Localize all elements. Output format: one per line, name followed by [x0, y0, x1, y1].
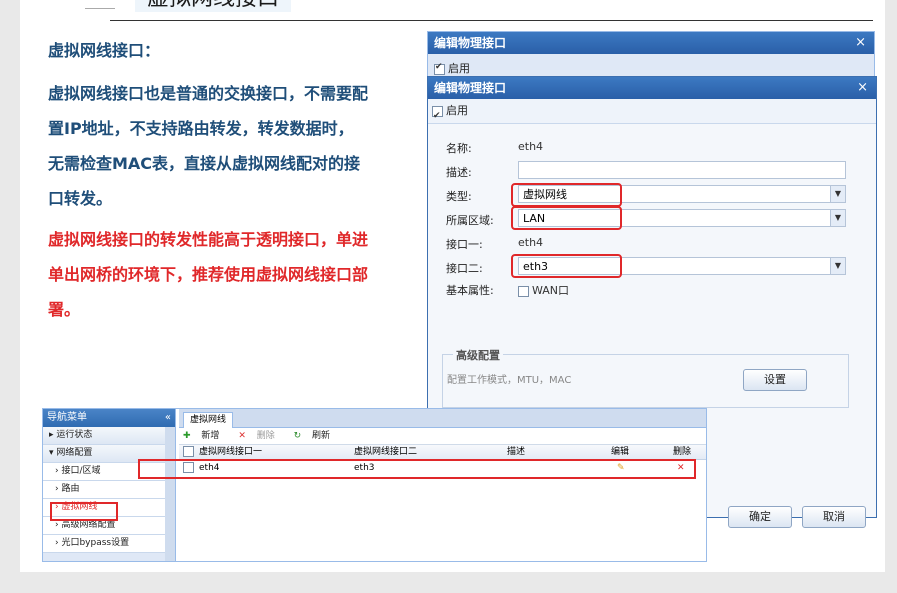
enable-checkbox[interactable] — [432, 104, 443, 128]
close-icon[interactable]: × — [855, 32, 866, 54]
title-rule — [110, 20, 873, 21]
wan-option[interactable]: WAN口 — [518, 282, 569, 298]
dialog-titlebar: 编辑物理接口 × — [428, 77, 876, 99]
wan-label: WAN口 — [532, 284, 570, 297]
type-label: 类型: — [446, 190, 472, 203]
chevron-down-icon[interactable]: ▼ — [830, 258, 845, 274]
if2-highlight — [511, 254, 622, 278]
desc-label: 描述: — [446, 166, 472, 179]
enable-row[interactable]: 启用 — [428, 99, 876, 128]
checkbox-icon[interactable] — [434, 62, 445, 75]
nav-item-status[interactable]: ▸ 运行状态 — [43, 427, 175, 445]
nav-item-bypass[interactable]: › 光口bypass设置 — [43, 535, 175, 553]
nav-label: 运行状态 — [56, 430, 93, 440]
add-button[interactable]: ✚ 新增 — [183, 431, 227, 441]
wan-checkbox[interactable] — [518, 285, 529, 297]
grid-toolbar: ✚ 新增 ✕ 删除 ↻ 刷新 — [179, 428, 706, 445]
advanced-fieldset: 高级配置 配置工作模式，MTU，MAC 设置 — [442, 347, 849, 408]
row-highlight — [138, 459, 696, 479]
select-all-checkbox[interactable] — [183, 446, 194, 457]
slide-paragraph-2: 虚拟网线接口的转发性能高于透明接口，单进单出网桥的环境下，推荐使用虚拟网线接口部… — [48, 230, 369, 319]
tab-bar: 虚拟网线 — [179, 409, 706, 428]
delete-button[interactable]: ✕ 删除 — [238, 431, 282, 441]
cancel-button[interactable]: 取消 — [802, 506, 866, 528]
nav-label: 路由 — [61, 484, 80, 494]
slide-title: 虚拟网线接口 — [135, 0, 292, 12]
ok-button[interactable]: 确定 — [728, 506, 792, 528]
nav-title: 导航菜单 — [47, 412, 87, 423]
settings-button[interactable]: 设置 — [743, 369, 807, 391]
delete-icon: ✕ — [238, 431, 246, 441]
delete-label: 删除 — [256, 431, 275, 441]
virtual-wire-screenshot: 导航菜单 « ▸ 运行状态 ▾ 网络配置 › 接口/区域 › 路由 › 虚拟网线 … — [42, 408, 707, 562]
slide-paragraph-1: 虚拟网线接口也是普通的交换接口，不需要配置IP地址，不支持路由转发，转发数据时，… — [48, 84, 369, 208]
tab-virtual-wire[interactable]: 虚拟网线 — [183, 412, 234, 428]
nav-label: 光口bypass设置 — [61, 538, 130, 548]
if2-label: 接口二: — [446, 262, 483, 275]
zone-highlight — [511, 206, 622, 230]
if1-label: 接口一: — [446, 238, 483, 251]
close-icon[interactable]: × — [857, 77, 868, 99]
chevron-down-icon[interactable]: ▼ — [830, 186, 845, 202]
plus-icon: ✚ — [183, 431, 191, 441]
slide-text: 虚拟网线接口： 虚拟网线接口也是普通的交换接口，不需要配置IP地址，不支持路由转… — [48, 38, 368, 327]
refresh-icon: ↻ — [293, 431, 302, 441]
enable-label: 启用 — [448, 62, 470, 75]
col-if1[interactable]: 虚拟网线接口一 — [199, 445, 262, 459]
name-label: 名称: — [446, 142, 472, 155]
dialog-back-title: 编辑物理接口 — [434, 36, 507, 50]
grid-header: 虚拟网线接口一 虚拟网线接口二 描述 编辑 删除 — [179, 445, 706, 460]
chevron-down-icon[interactable]: ▼ — [830, 210, 845, 226]
zone-label: 所属区域: — [446, 214, 494, 227]
desc-input[interactable] — [518, 161, 846, 179]
type-highlight — [511, 183, 622, 207]
virtual-wire-panel: 虚拟网线 ✚ 新增 ✕ 删除 ↻ 刷新 虚拟网线接口一 虚拟网线接口二 描述 编… — [179, 409, 706, 561]
col-delete: 删除 — [673, 447, 692, 457]
nav-label: 网络配置 — [56, 448, 93, 458]
nav-label: 高级网络配置 — [61, 520, 116, 530]
nav-menu: 导航菜单 « ▸ 运行状态 ▾ 网络配置 › 接口/区域 › 路由 › 虚拟网线 … — [43, 409, 176, 561]
nav-label: 接口/区域 — [61, 466, 101, 476]
if1-value: eth4 — [518, 236, 544, 249]
dialog-back-titlebar: 编辑物理接口 × — [428, 32, 874, 54]
nav-header: 导航菜单 « — [43, 409, 175, 427]
basic-label: 基本属性: — [446, 284, 494, 297]
col-edit: 编辑 — [611, 447, 630, 457]
refresh-button[interactable]: ↻ 刷新 — [294, 431, 338, 441]
nav-scrollbar[interactable] — [165, 427, 175, 561]
col-desc[interactable]: 描述 — [507, 445, 525, 459]
nav-item-route[interactable]: › 路由 — [43, 481, 175, 499]
advanced-desc: 配置工作模式，MTU，MAC — [447, 375, 572, 386]
slide-heading: 虚拟网线接口： — [48, 41, 161, 60]
col-if2[interactable]: 虚拟网线接口二 — [354, 445, 417, 459]
advanced-legend: 高级配置 — [453, 347, 503, 363]
add-label: 新增 — [201, 431, 220, 441]
enable-label: 启用 — [446, 104, 468, 117]
collapse-icon[interactable]: « — [165, 409, 171, 427]
nav-highlight — [50, 502, 118, 521]
dialog-title: 编辑物理接口 — [434, 81, 507, 95]
refresh-label: 刷新 — [312, 431, 331, 441]
title-rule-short — [85, 8, 115, 9]
name-value: eth4 — [518, 140, 544, 153]
